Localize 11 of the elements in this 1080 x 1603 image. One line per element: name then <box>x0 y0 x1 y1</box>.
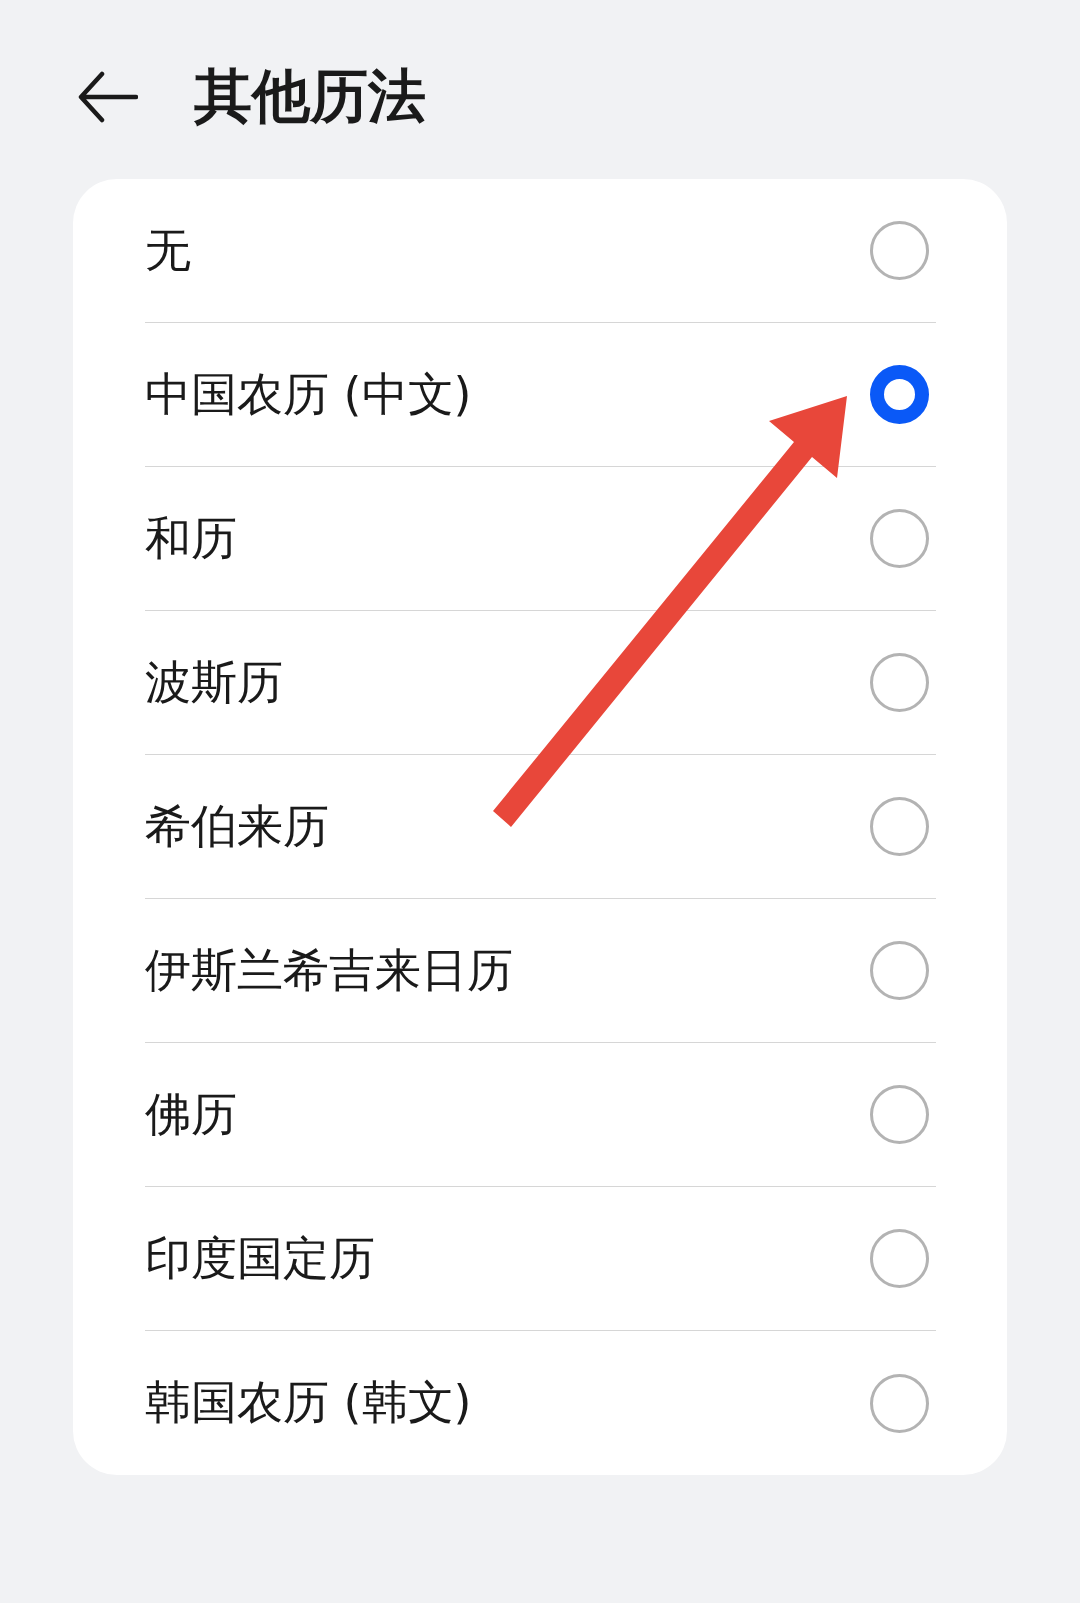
option-label[interactable]: 伊斯兰希吉来日历 <box>145 942 513 999</box>
option-label[interactable]: 无 <box>145 222 191 279</box>
option-label[interactable]: 佛历 <box>145 1086 237 1143</box>
back-arrow-icon[interactable] <box>78 71 138 123</box>
option-label[interactable]: 波斯历 <box>145 654 283 711</box>
option-label[interactable]: 韩国农历 (韩文) <box>145 1375 472 1431</box>
option-label[interactable]: 印度国定历 <box>145 1230 375 1287</box>
option-label[interactable]: 希伯来历 <box>145 798 329 855</box>
option-label[interactable]: 和历 <box>145 510 237 567</box>
page-title: 其他历法 <box>194 62 426 132</box>
option-label[interactable]: 中国农历 (中文) <box>145 366 472 423</box>
